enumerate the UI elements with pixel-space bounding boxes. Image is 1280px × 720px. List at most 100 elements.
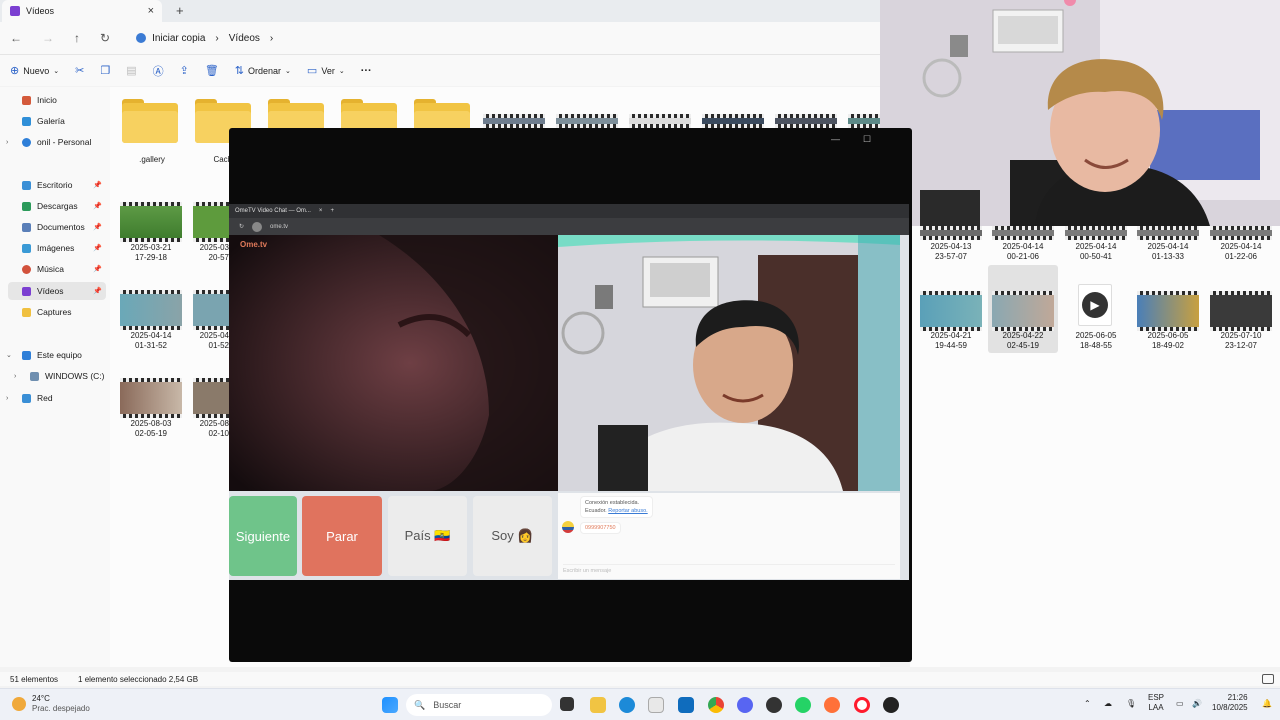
video-thumbnail[interactable] — [848, 114, 880, 128]
video-thumbnail[interactable] — [1210, 226, 1272, 240]
sidebar-item-videos[interactable]: Vídeos 📌 — [8, 282, 106, 300]
microphone-icon[interactable]: 🎙 — [1126, 699, 1136, 709]
discord-icon[interactable] — [737, 697, 753, 713]
sidebar-item-captures[interactable]: Captures — [8, 303, 106, 321]
video-thumbnail[interactable] — [702, 114, 764, 128]
video-thumbnail[interactable] — [120, 290, 182, 330]
video-thumbnail[interactable] — [120, 378, 182, 418]
next-button[interactable]: Siguiente — [229, 496, 297, 576]
copy-icon[interactable]: ❐ — [100, 64, 110, 77]
more-button[interactable]: ··· — [361, 65, 372, 77]
refresh-icon[interactable]: ↻ — [100, 31, 110, 45]
video-thumbnail[interactable] — [193, 202, 229, 242]
breadcrumb-home[interactable]: Iniciar copia — [136, 33, 205, 44]
chat-input[interactable]: Escribir un mensaje — [563, 564, 895, 574]
outlook-icon[interactable] — [678, 697, 694, 713]
browser-tab[interactable]: OmeTV Video Chat — Om... × + — [229, 204, 909, 218]
video-thumbnail[interactable] — [920, 291, 982, 331]
video-thumbnail[interactable] — [556, 114, 618, 128]
chevron-right-icon[interactable]: › — [6, 139, 8, 146]
weather-widget[interactable]: 24°C Prac. despejado — [12, 694, 90, 714]
sidebar-item-escritorio[interactable]: Escritorio 📌 — [8, 176, 106, 194]
sidebar-item-windows-c[interactable]: › WINDOWS (C:) — [8, 367, 106, 385]
sidebar-item-galeria[interactable]: Galería — [8, 112, 106, 130]
maximize-icon[interactable]: ☐ — [863, 134, 871, 145]
new-tab-icon[interactable]: + — [176, 3, 184, 18]
report-abuse-link[interactable]: Reportar abuso. — [608, 508, 647, 514]
video-thumbnail[interactable] — [1137, 226, 1199, 240]
notification-icon[interactable]: 🔔 — [1262, 699, 1272, 709]
sidebar-item-red[interactable]: › Red — [6, 389, 106, 407]
whatsapp-icon[interactable] — [795, 697, 811, 713]
chevron-up-icon[interactable]: ⌃ — [1084, 699, 1091, 709]
view-button[interactable]: ▭ Ver ⌄ — [307, 64, 345, 77]
store-icon[interactable] — [648, 697, 664, 713]
sidebar-item-este-equipo[interactable]: ⌄ Este equipo — [6, 346, 106, 364]
edge-icon[interactable] — [619, 697, 635, 713]
back-icon[interactable]: ← — [10, 31, 22, 45]
close-tab-icon[interactable]: × — [148, 5, 154, 17]
breadcrumb-current[interactable]: Vídeos — [229, 33, 260, 44]
video-thumbnail[interactable] — [629, 114, 691, 128]
video-thumbnail[interactable] — [775, 114, 837, 128]
new-button[interactable]: ⊕ Nuevo ⌄ — [10, 64, 59, 77]
rename-icon[interactable]: Ⓐ — [153, 63, 164, 79]
new-tab-icon[interactable]: + — [330, 208, 334, 214]
sidebar-item-inicio[interactable]: Inicio — [8, 91, 106, 109]
forward-icon[interactable]: → — [42, 31, 54, 45]
stop-button[interactable]: Parar — [302, 496, 382, 576]
site-info-icon[interactable] — [252, 221, 263, 232]
video-thumbnail[interactable] — [1137, 291, 1199, 331]
paste-icon[interactable]: ▤ — [126, 64, 136, 77]
local-video-image — [229, 235, 558, 491]
view-toggle-icon[interactable] — [1262, 674, 1274, 684]
folder-gallery[interactable] — [122, 99, 178, 143]
language-indicator[interactable]: ESP LAA — [1148, 693, 1164, 713]
video-thumbnail[interactable] — [193, 378, 229, 418]
file-explorer-icon[interactable] — [590, 697, 606, 713]
close-tab-icon[interactable]: × — [319, 208, 323, 214]
volume-icon[interactable]: 🔊 — [1192, 699, 1202, 709]
search-box[interactable]: 🔍 Buscar — [406, 694, 552, 716]
media-file-icon[interactable]: ▶ — [1078, 284, 1112, 326]
video-thumbnail[interactable] — [1065, 226, 1127, 240]
chevron-right-icon[interactable]: › — [270, 33, 273, 44]
refresh-icon[interactable]: ↻ — [239, 223, 244, 230]
video-thumbnail[interactable] — [193, 290, 229, 330]
chevron-right-icon[interactable]: › — [6, 395, 8, 402]
share-icon[interactable]: ⇪ — [180, 64, 189, 77]
sidebar-item-musica[interactable]: Música 📌 — [8, 260, 106, 278]
gender-button[interactable]: Soy 👩 — [473, 496, 552, 576]
obs-icon[interactable] — [766, 697, 782, 713]
task-view-icon[interactable] — [560, 697, 574, 711]
video-thumbnail[interactable] — [992, 226, 1054, 240]
url-field[interactable]: ome.tv — [270, 224, 288, 230]
video-thumbnail[interactable] — [483, 114, 545, 128]
video-thumbnail[interactable] — [920, 226, 982, 240]
cut-icon[interactable]: ✂ — [75, 64, 84, 77]
media-player-icon[interactable] — [883, 697, 899, 713]
up-icon[interactable]: ↑ — [74, 31, 80, 45]
sidebar-item-descargas[interactable]: Descargas 📌 — [8, 197, 106, 215]
chrome-icon[interactable] — [708, 697, 724, 713]
clock[interactable]: 21:26 10/8/2025 — [1212, 693, 1248, 713]
navigation-pane: Inicio Galería › onil - Personal Escritor… — [0, 87, 110, 667]
sidebar-item-imagenes[interactable]: Imágenes 📌 — [8, 239, 106, 257]
start-icon[interactable] — [382, 697, 398, 713]
sort-button[interactable]: ⇅ Ordenar ⌄ — [235, 64, 291, 77]
tab-videos[interactable]: Vídeos × — [2, 0, 162, 22]
network-icon[interactable]: ▭ — [1176, 699, 1184, 709]
video-thumbnail-selected[interactable] — [992, 291, 1054, 331]
chevron-right-icon[interactable]: › — [14, 373, 16, 380]
sidebar-item-documentos[interactable]: Documentos 📌 — [8, 218, 106, 236]
opera-icon[interactable] — [854, 697, 870, 713]
chevron-down-icon[interactable]: ⌄ — [6, 351, 12, 359]
video-thumbnail[interactable] — [120, 202, 182, 242]
firefox-icon[interactable] — [824, 697, 840, 713]
minimize-icon[interactable]: — — [831, 134, 840, 144]
onedrive-icon[interactable]: ☁ — [1104, 699, 1112, 709]
sidebar-item-onedrive[interactable]: › onil - Personal — [6, 133, 106, 151]
delete-icon[interactable]: 🗑 — [205, 64, 219, 77]
country-button[interactable]: País 🇪🇨 — [388, 496, 467, 576]
video-thumbnail[interactable] — [1210, 291, 1272, 331]
